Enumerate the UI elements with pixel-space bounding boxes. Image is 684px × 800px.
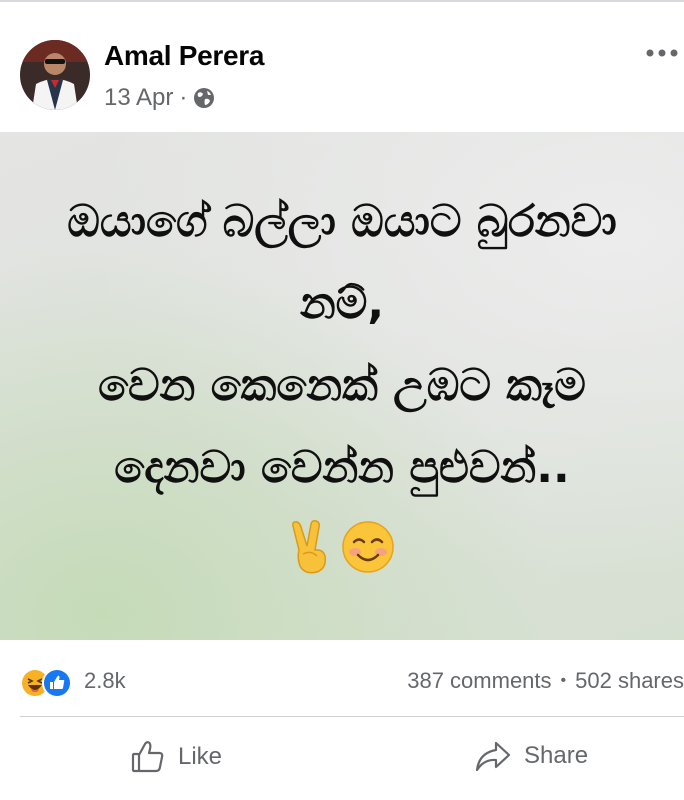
quote-line-3: වෙන කෙනෙක් උඹට කෑම: [98, 360, 586, 411]
comments-count[interactable]: 387 comments: [407, 668, 551, 694]
stats-separator: •: [560, 672, 567, 689]
like-button[interactable]: Like: [130, 739, 222, 775]
like-label: Like: [178, 743, 223, 770]
post-actions: Like Share: [0, 717, 684, 800]
share-arrow-icon: [475, 741, 511, 772]
engagement-counts: 387 comments • 502 shares: [407, 668, 684, 694]
reaction-icons[interactable]: [20, 668, 72, 698]
globe-icon: [193, 87, 215, 109]
emoji-row: [0, 520, 684, 579]
quote-line-1: ඔයාගේ බල්ලා ඔයාට බුරනවා: [67, 196, 617, 247]
post-header: Amal Perera 13 Apr ·: [0, 0, 684, 132]
post-stats: 2.8k 387 comments • 502 shares: [0, 640, 684, 716]
share-label: Share: [524, 742, 589, 769]
post-image[interactable]: ඔයාගේ බල්ලා ඔයාට බුරනවා නම්, වෙන කෙනෙක් …: [0, 132, 684, 640]
like-reaction-icon: [42, 668, 72, 698]
shares-count[interactable]: 502 shares: [575, 668, 684, 694]
meta-separator: ·: [179, 84, 188, 111]
smiling-face-icon: [341, 520, 395, 579]
post-date[interactable]: 13 Apr: [104, 84, 173, 112]
author-name[interactable]: Amal Perera: [104, 40, 264, 72]
reaction-count[interactable]: 2.8k: [84, 668, 126, 694]
thumbs-up-icon: [131, 741, 164, 773]
share-button[interactable]: Share: [474, 739, 588, 773]
victory-hand-icon: [289, 520, 333, 579]
quote-line-2: නම්,: [299, 278, 385, 329]
quote-line-4: දෙනවා වෙන්න පුළුවන්..: [114, 442, 570, 493]
more-options-icon[interactable]: [642, 38, 682, 68]
author-avatar[interactable]: [20, 40, 90, 110]
post-meta: 13 Apr ·: [104, 84, 215, 112]
